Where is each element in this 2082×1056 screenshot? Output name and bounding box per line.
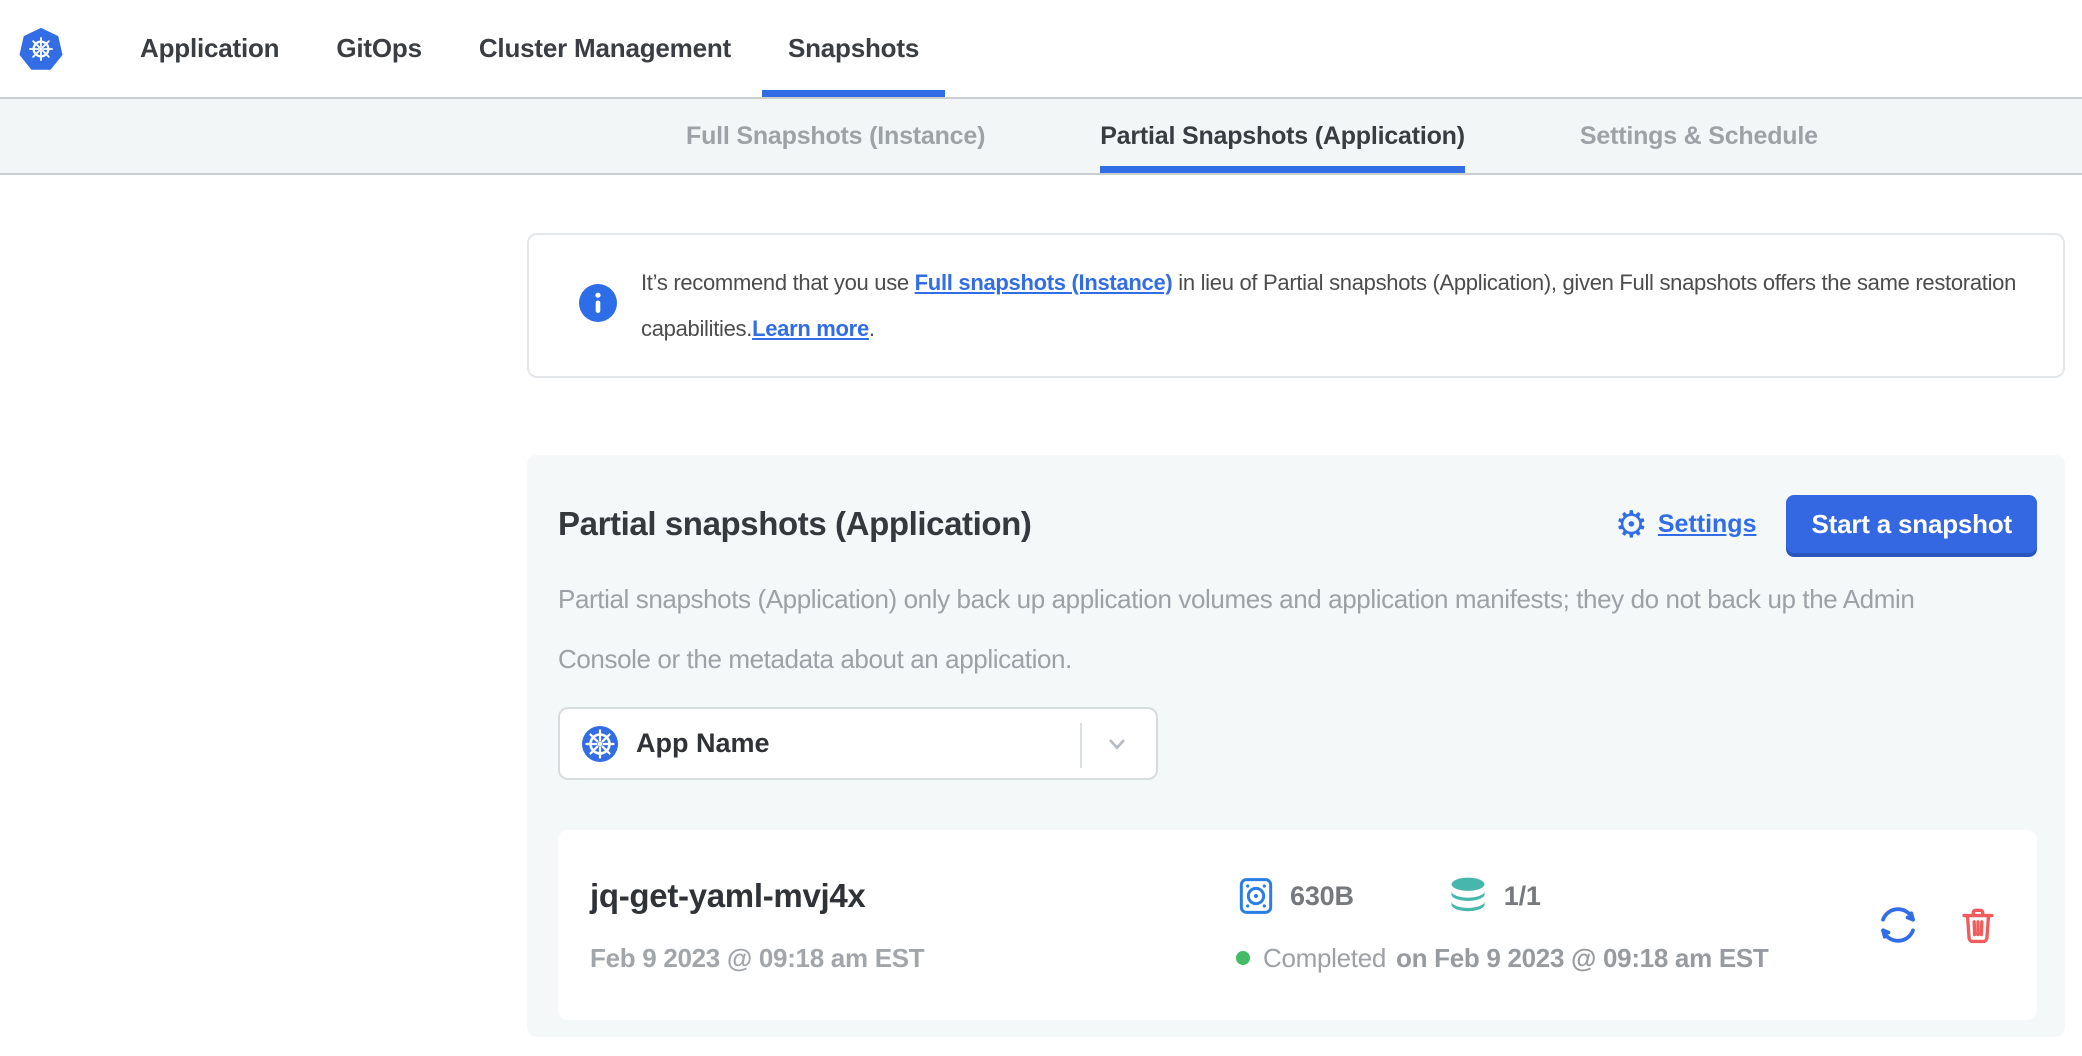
kubernetes-icon: [18, 26, 64, 72]
info-banner-text: It’s recommend that you use Full snapsho…: [641, 260, 2041, 352]
learn-more-link[interactable]: Learn more: [752, 316, 869, 341]
snapshot-settings-link[interactable]: ⚙ Settings: [1615, 506, 1757, 543]
database-icon: [1446, 874, 1490, 918]
app-name-selector[interactable]: App Name: [558, 707, 1158, 780]
info-banner: It’s recommend that you use Full snapsho…: [527, 233, 2065, 378]
app-selector-value: App Name: [636, 728, 770, 759]
restore-snapshot-button[interactable]: [1875, 902, 1921, 948]
info-icon: [579, 284, 617, 327]
nav-item-cluster-management[interactable]: Cluster Management: [453, 0, 757, 97]
top-nav: Application GitOps Cluster Management Sn…: [0, 0, 2082, 97]
info-text-before: It’s recommend that you use: [641, 270, 915, 295]
tab-settings-schedule[interactable]: Settings & Schedule: [1580, 99, 1818, 173]
tab-full-snapshots[interactable]: Full Snapshots (Instance): [686, 99, 985, 173]
panel-header: Partial snapshots (Application) ⚙ Settin…: [558, 495, 2037, 553]
full-snapshots-link[interactable]: Full snapshots (Instance): [915, 270, 1173, 295]
admin-console: Application GitOps Cluster Management Sn…: [0, 0, 2082, 1056]
restore-icon: [1875, 902, 1921, 948]
chevron-down-icon: [1102, 729, 1132, 759]
selector-divider: [1080, 723, 1082, 768]
status-dot-completed: [1236, 951, 1250, 965]
nav-item-application[interactable]: Application: [114, 0, 305, 97]
snapshot-volumes-value: 1/1: [1504, 881, 1541, 912]
trash-icon: [1957, 904, 1999, 946]
snapshot-actions: [1875, 902, 1999, 948]
nav-item-gitops[interactable]: GitOps: [310, 0, 447, 97]
gear-icon: ⚙: [1615, 506, 1648, 543]
snapshot-created-date: Feb 9 2023 @ 09:18 am EST: [590, 940, 1236, 976]
partial-snapshots-panel: Partial snapshots (Application) ⚙ Settin…: [527, 455, 2065, 1037]
snapshot-status: Completed: [1263, 940, 1386, 976]
snapshot-finished-date: on Feb 9 2023 @ 09:18 am EST: [1396, 940, 1768, 976]
info-text-after: .: [869, 316, 875, 341]
snapshot-name: jq-get-yaml-mvj4x: [590, 874, 1236, 918]
snapshot-size: 630B: [1236, 876, 1354, 916]
snapshot-stats: 630B 1/1: [1236, 874, 1769, 918]
snapshot-meta: 630B 1/1: [1236, 874, 1769, 976]
storage-disk-icon: [1236, 876, 1276, 916]
kubernetes-logo: [18, 0, 64, 97]
snapshot-size-value: 630B: [1290, 881, 1354, 912]
snapshots-tabbar: Full Snapshots (Instance) Partial Snapsh…: [0, 97, 2082, 175]
panel-description: Partial snapshots (Application) only bac…: [558, 569, 1988, 689]
snapshot-volumes: 1/1: [1446, 874, 1541, 918]
app-kubernetes-icon: [582, 726, 618, 762]
tab-partial-snapshots[interactable]: Partial Snapshots (Application): [1100, 99, 1465, 173]
snapshot-row: jq-get-yaml-mvj4x Feb 9 2023 @ 09:18 am …: [558, 830, 2037, 1020]
settings-label: Settings: [1658, 510, 1757, 539]
start-snapshot-button[interactable]: Start a snapshot: [1786, 495, 2037, 553]
panel-header-actions: ⚙ Settings Start a snapshot: [1615, 495, 2037, 553]
snapshot-status-row: Completed on Feb 9 2023 @ 09:18 am EST: [1236, 940, 1769, 976]
nav-item-snapshots[interactable]: Snapshots: [762, 0, 945, 97]
delete-snapshot-button[interactable]: [1957, 904, 1999, 946]
panel-title: Partial snapshots (Application): [558, 505, 1032, 543]
main-content: It’s recommend that you use Full snapsho…: [0, 175, 2082, 1037]
primary-nav: Application GitOps Cluster Management Sn…: [114, 0, 950, 97]
snapshot-identity: jq-get-yaml-mvj4x Feb 9 2023 @ 09:18 am …: [590, 874, 1236, 976]
